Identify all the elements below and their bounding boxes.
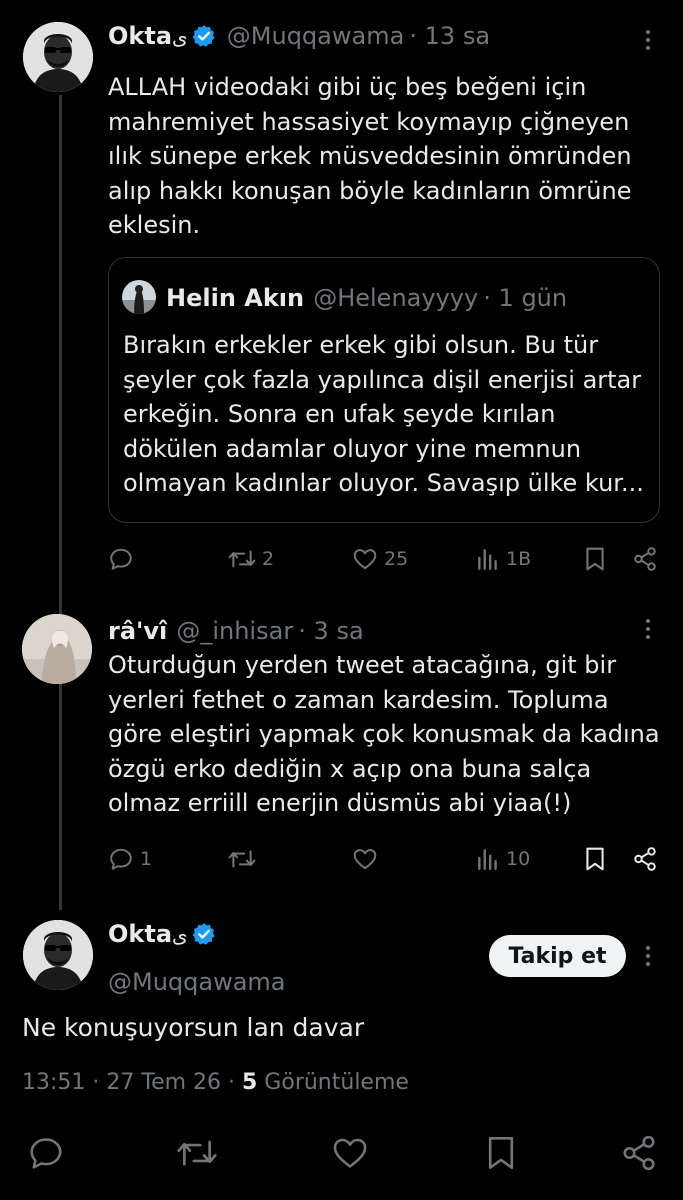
- like-button[interactable]: 25: [352, 546, 408, 572]
- quoted-author-handle: @Helenayyyy: [313, 284, 479, 312]
- share-button[interactable]: [620, 1134, 658, 1176]
- heart-icon: [353, 849, 377, 870]
- views-button[interactable]: 1B: [476, 546, 531, 572]
- views-count: 1B: [506, 548, 532, 570]
- more-options-icon[interactable]: [636, 617, 660, 641]
- views-count: 10: [506, 848, 531, 870]
- heart-icon: [353, 549, 377, 570]
- tweet-text-line: Oturduğun yerden tweet atacağına, git bi…: [108, 651, 617, 679]
- quoted-text-line: dökülen adamlar oluyor yine memnun: [123, 434, 582, 463]
- reply-icon: [30, 1138, 62, 1169]
- views-icon: [478, 549, 497, 570]
- tweet-text-line: alıp hakkı konuşan böyle kadınların ömrü…: [108, 176, 632, 205]
- tweet-text-line: ALLAH videodaki gibi üç beş beğeni için: [108, 73, 587, 101]
- author-name[interactable]: Okta: [108, 920, 172, 948]
- tweet-text: ALLAH videodaki gibi üç beş beğeni için …: [108, 70, 668, 243]
- share-icon: [634, 547, 656, 571]
- tweet-header: Oktaی @Muqqawama · 13 sa: [108, 22, 490, 50]
- avatar[interactable]: [23, 920, 93, 990]
- tweet-text-line: olmaz erriill enerjin düsmüs abi yiaa(!): [108, 789, 572, 817]
- verified-badge-icon: [192, 923, 215, 945]
- avatar-image: [22, 614, 92, 684]
- like-button[interactable]: [352, 846, 384, 872]
- tweet-text-line: ılık sünepe erkek müsveddesinin ömründen: [108, 142, 632, 170]
- retweet-icon: [228, 850, 256, 868]
- retweet-icon: [177, 1140, 217, 1166]
- author-name-suffix: ی: [172, 25, 188, 49]
- author-name-suffix: ی: [172, 923, 188, 947]
- quoted-text-line: Bırakın erkekler erkek gibi olsun. Bu tü…: [123, 331, 599, 359]
- thread-line: [59, 95, 62, 910]
- avatar-image: [23, 920, 93, 990]
- author-name[interactable]: râ'vî: [108, 617, 167, 645]
- views-count: 5: [242, 1070, 258, 1095]
- retweet-count: 2: [262, 548, 275, 570]
- reply-button[interactable]: [27, 1134, 65, 1176]
- tweet-header: râ'vî @_inhisar · 3 sa: [108, 617, 364, 645]
- avatar-image: [23, 22, 93, 92]
- tweet-time[interactable]: · 13 sa: [409, 22, 490, 50]
- quoted-text-line: olmayan kadınlar oluyor. Savaşıp ülke ku…: [123, 469, 644, 497]
- author-handle[interactable]: @_inhisar: [176, 617, 293, 645]
- views-button[interactable]: 10: [476, 846, 530, 872]
- quoted-tweet-time: · 1 gün: [483, 284, 568, 312]
- retweet-button[interactable]: [176, 1134, 218, 1176]
- quoted-tweet-text: Bırakın erkekler erkek gibi olsun. Bu tü…: [123, 328, 658, 501]
- quoted-header: Helin Akın @Helenayyyy · 1 gün: [166, 284, 567, 312]
- avatar[interactable]: [23, 22, 93, 92]
- more-options-icon[interactable]: [636, 28, 660, 52]
- reply-button[interactable]: [108, 546, 140, 572]
- tweet-text: Oturduğun yerden tweet atacağına, git bi…: [108, 648, 678, 821]
- tweet-text-line: mahremiyet hassasiyet koymayıp çiğneyen: [108, 107, 630, 136]
- bookmark-icon: [586, 847, 604, 871]
- author-handle[interactable]: @Muqqawama: [108, 968, 286, 996]
- bookmark-button[interactable]: [583, 846, 607, 872]
- quoted-avatar: [122, 280, 156, 314]
- tweet-timestamp[interactable]: 13:51 · 27 Tem 26 ·: [22, 1070, 242, 1095]
- retweet-button[interactable]: 2: [228, 546, 274, 572]
- author-handle[interactable]: @Muqqawama: [227, 22, 405, 50]
- share-button[interactable]: [632, 846, 658, 872]
- views-label: Görüntüleme: [257, 1070, 409, 1095]
- main-author-row: Oktaی: [108, 920, 216, 948]
- share-button[interactable]: [632, 546, 658, 572]
- reply-icon: [110, 848, 132, 870]
- reply-icon: [110, 548, 132, 570]
- heart-icon: [333, 1138, 367, 1168]
- like-button[interactable]: [331, 1134, 369, 1176]
- verified-badge-icon: [192, 25, 215, 47]
- tweet-timestamp-row: 13:51 · 27 Tem 26 · 5 Görüntüleme: [22, 1070, 409, 1095]
- quoted-author-name: Helin Akın: [166, 284, 305, 312]
- bookmark-button[interactable]: [583, 546, 607, 572]
- reply-count: 1: [140, 848, 153, 870]
- reply-button[interactable]: 1: [108, 846, 152, 872]
- retweet-button[interactable]: [228, 846, 262, 872]
- quoted-tweet[interactable]: Helin Akın @Helenayyyy · 1 gün Bırakın e…: [108, 257, 660, 523]
- bookmark-icon: [586, 547, 604, 571]
- share-icon: [634, 847, 656, 871]
- main-tweet-text: Ne konuşuyorsun lan davar: [22, 1013, 365, 1042]
- tweet-text-line: özgü erko dediğin x açıp ona buna salça: [108, 754, 592, 783]
- quoted-text-line: erkeğin. Sonra en ufak şeyde kırılan: [123, 400, 556, 428]
- like-count: 25: [384, 548, 409, 570]
- views-icon: [478, 849, 497, 870]
- follow-button[interactable]: Takip et: [489, 935, 626, 977]
- avatar[interactable]: [22, 614, 92, 684]
- tweet-text-line: göre eleştiri yapmak çok konusmak da kad…: [108, 720, 660, 748]
- retweet-icon: [228, 550, 256, 568]
- quoted-text-line: şeyler çok fazla yapılınca dişil enerjis…: [123, 365, 642, 394]
- author-name[interactable]: Okta: [108, 22, 172, 50]
- bookmark-icon: [488, 1137, 514, 1169]
- share-icon: [623, 1135, 655, 1171]
- more-options-icon[interactable]: [636, 944, 660, 968]
- tweet-time[interactable]: · 3 sa: [298, 617, 363, 645]
- tweet-text-line: yerleri fethet o zaman kardesim. Topluma: [108, 685, 609, 714]
- tweet-text-line: eklesin.: [108, 211, 201, 239]
- bookmark-button[interactable]: [484, 1134, 518, 1176]
